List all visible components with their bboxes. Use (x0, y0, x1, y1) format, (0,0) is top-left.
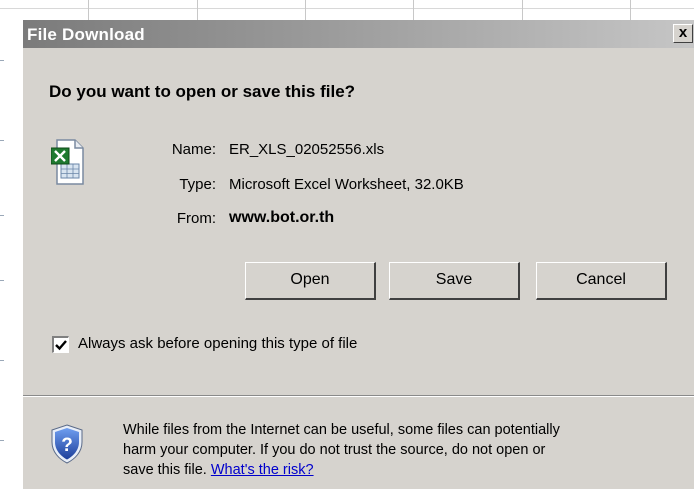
file-type-label: Type: (179, 176, 216, 193)
cancel-button[interactable]: Cancel (536, 262, 667, 300)
warning-text-end: save this file. (123, 462, 207, 478)
warning-text-line: harm your computer. If you do not trust … (123, 442, 546, 458)
grid-row-tick (0, 440, 4, 441)
security-warning: While files from the Internet can be use… (123, 420, 683, 480)
checkmark-icon (55, 340, 67, 351)
grid-row-tick (0, 360, 4, 361)
file-name-value: ER_XLS_02052556.xls (229, 141, 385, 158)
grid-row-tick (0, 280, 4, 281)
grid-column-line (630, 0, 631, 20)
grid-column-line (197, 0, 198, 20)
file-type-value: Microsoft Excel Worksheet, 32.0KB (229, 176, 464, 193)
shield-question-icon: ? (51, 424, 83, 464)
grid-column-line (88, 0, 89, 20)
divider (23, 395, 694, 397)
warning-text-line: save this file. What's the risk? (123, 460, 683, 480)
download-question: Do you want to open or save this file? (49, 82, 356, 101)
svg-text:?: ? (61, 435, 73, 456)
grid-row-tick (0, 60, 4, 61)
grid-column-line (305, 0, 306, 20)
save-button[interactable]: Save (389, 262, 520, 300)
spreadsheet-background (0, 0, 694, 20)
whats-the-risk-link[interactable]: What's the risk? (211, 462, 314, 478)
always-ask-label[interactable]: Always ask before opening this type of f… (78, 335, 357, 352)
grid-column-line (413, 0, 414, 20)
grid-row-tick (0, 140, 4, 141)
grid-row-tick (0, 215, 4, 216)
grid-line (0, 8, 694, 9)
always-ask-checkbox[interactable] (52, 336, 69, 353)
file-from-label: From: (176, 210, 216, 227)
close-button[interactable]: x (673, 24, 693, 43)
warning-text-line: While files from the Internet can be use… (123, 422, 560, 438)
title-bar[interactable]: File Download x (23, 20, 694, 48)
file-from-value: www.bot.or.th (229, 209, 335, 226)
dialog-title: File Download (27, 25, 145, 44)
file-name-label: Name: (171, 141, 216, 158)
file-download-dialog: File Download x Do you want to open or s… (22, 20, 694, 489)
grid-column-line (522, 0, 523, 20)
open-button[interactable]: Open (245, 262, 376, 300)
